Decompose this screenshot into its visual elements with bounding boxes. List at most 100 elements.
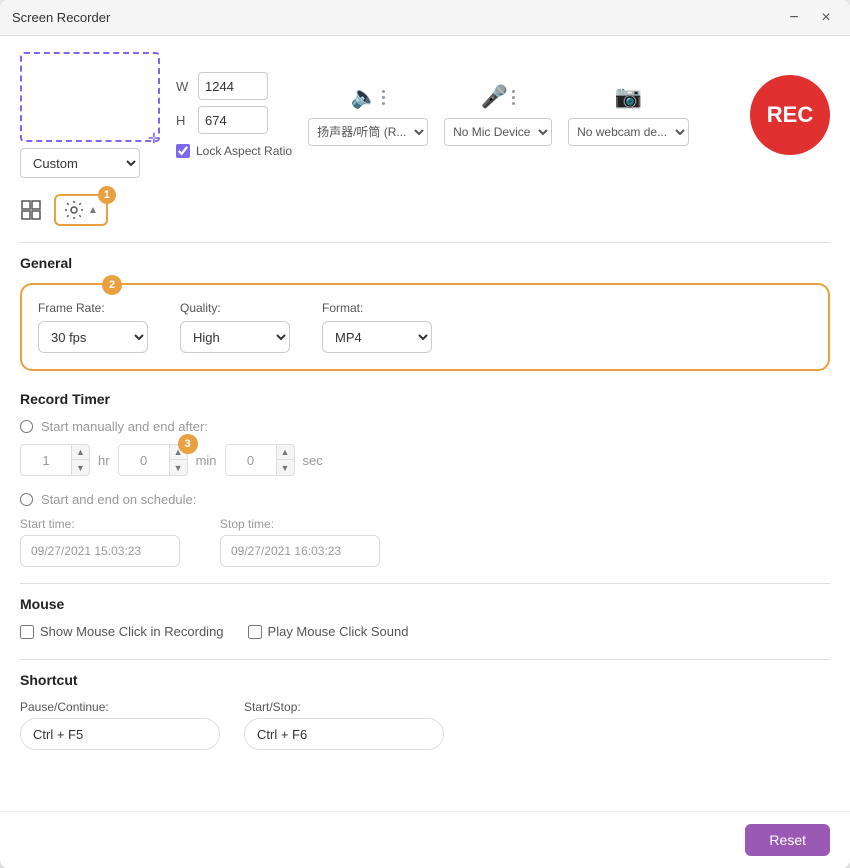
layout-icon-button[interactable] [20, 199, 42, 221]
height-row: H [176, 106, 292, 134]
start-stop-label: Start/Stop: [244, 700, 444, 714]
width-row: W [176, 72, 292, 100]
speaker-icon: 🔈 [351, 84, 378, 110]
hr-input[interactable] [21, 445, 71, 475]
start-time-col: Start time: [20, 517, 180, 567]
reset-button[interactable]: Reset [745, 824, 830, 856]
pause-col: Pause/Continue: [20, 700, 220, 750]
play-sound-item: Play Mouse Click Sound [248, 624, 409, 639]
play-sound-label: Play Mouse Click Sound [268, 624, 409, 639]
settings-badge: 1 [98, 186, 116, 204]
schedule-radio-row: Start and end on schedule: [20, 492, 830, 507]
height-input[interactable] [198, 106, 268, 134]
stop-time-col: Stop time: [220, 517, 380, 567]
top-section: ✛ Custom W H Lock Aspect Ratio [20, 52, 830, 178]
show-click-checkbox[interactable] [20, 625, 34, 639]
hr-down-btn[interactable]: ▼ [71, 460, 89, 475]
record-timer-section: Record Timer Start manually and end afte… [20, 391, 830, 567]
min-down-btn[interactable]: ▼ [169, 460, 187, 475]
min-label: min [196, 453, 217, 468]
mic-icon: 🎤 [481, 84, 508, 110]
manual-radio[interactable] [20, 420, 33, 433]
mic-device: 🎤 No Mic Device [444, 84, 552, 146]
start-time-input[interactable] [20, 535, 180, 567]
show-click-item: Show Mouse Click in Recording [20, 624, 224, 639]
main-window: Screen Recorder − × ✛ Custom W [0, 0, 850, 868]
time-fields: Start time: Stop time: [20, 517, 830, 567]
manual-radio-row: Start manually and end after: [20, 419, 830, 434]
webcam-icon-row: 📷 [615, 84, 642, 110]
format-label: Format: [322, 301, 432, 315]
bar1 [382, 90, 385, 93]
shortcut-row: Pause/Continue: Start/Stop: [20, 700, 830, 750]
region-selector[interactable]: ✛ [20, 52, 160, 142]
min-wrap: ▲ ▼ 3 [118, 444, 188, 476]
timer-inputs: ▲ ▼ hr ▲ ▼ 3 min [20, 444, 830, 476]
pause-input[interactable] [20, 718, 220, 750]
mouse-section: Mouse Show Mouse Click in Recording Play… [20, 596, 830, 639]
start-time-label: Start time: [20, 517, 180, 531]
format-col: Format: MP4 MOV AVI GIF [322, 301, 432, 353]
shortcut-title: Shortcut [20, 672, 830, 688]
quality-label: Quality: [180, 301, 290, 315]
general-title: General [20, 255, 830, 271]
schedule-label: Start and end on schedule: [41, 492, 196, 507]
general-box: 2 Frame Rate: 30 fps 15 fps 20 fps 24 fp… [20, 283, 830, 371]
show-click-label: Show Mouse Click in Recording [40, 624, 224, 639]
region-dropdown[interactable]: Custom [20, 148, 140, 178]
lock-row: Lock Aspect Ratio [176, 144, 292, 158]
minimize-button[interactable]: − [782, 6, 806, 30]
rec-button[interactable]: REC [750, 75, 830, 155]
start-stop-input[interactable] [244, 718, 444, 750]
format-select[interactable]: MP4 MOV AVI GIF [322, 321, 432, 353]
bar2 [512, 96, 515, 99]
crosshair-icon: ✛ [148, 130, 164, 146]
mic-select[interactable]: No Mic Device [444, 118, 552, 146]
speaker-bars [382, 90, 385, 105]
webcam-select[interactable]: No webcam de... [568, 118, 689, 146]
play-sound-checkbox[interactable] [248, 625, 262, 639]
quality-select[interactable]: High Low Medium [180, 321, 290, 353]
frame-rate-label: Frame Rate: [38, 301, 148, 315]
bar2 [382, 96, 385, 99]
width-input[interactable] [198, 72, 268, 100]
bar3 [512, 102, 515, 105]
layout-icon [20, 199, 42, 221]
mic-icon-row: 🎤 [481, 84, 515, 110]
content-area: ✛ Custom W H Lock Aspect Ratio [0, 36, 850, 811]
min-input-wrap: ▲ ▼ [118, 444, 188, 476]
speaker-select[interactable]: 扬声器/听筒 (R... [308, 118, 428, 146]
sec-input[interactable] [226, 445, 276, 475]
stop-time-label: Stop time: [220, 517, 380, 531]
min-input[interactable] [119, 445, 169, 475]
sec-input-wrap: ▲ ▼ [225, 444, 295, 476]
stop-time-input[interactable] [220, 535, 380, 567]
divider-1 [20, 242, 830, 243]
hr-label: hr [98, 453, 110, 468]
mic-bars [512, 90, 515, 105]
h-label: H [176, 113, 192, 128]
general-badge: 2 [102, 275, 122, 295]
hr-up-btn[interactable]: ▲ [71, 445, 89, 460]
sec-down-btn[interactable]: ▼ [276, 460, 294, 475]
bar3 [382, 102, 385, 105]
frame-rate-select[interactable]: 30 fps 15 fps 20 fps 24 fps 60 fps [38, 321, 148, 353]
webcam-device: 📷 No webcam de... [568, 84, 689, 146]
schedule-radio[interactable] [20, 493, 33, 506]
sec-spinner: ▲ ▼ [276, 445, 294, 475]
frame-rate-col: Frame Rate: 30 fps 15 fps 20 fps 24 fps … [38, 301, 148, 353]
settings-button-wrap: ▲ 1 [54, 194, 108, 226]
start-stop-col: Start/Stop: [244, 700, 444, 750]
window-controls: − × [782, 6, 838, 30]
shortcut-section: Shortcut Pause/Continue: Start/Stop: [20, 672, 830, 750]
divider-3 [20, 659, 830, 660]
close-button[interactable]: × [814, 6, 838, 30]
title-bar: Screen Recorder − × [0, 0, 850, 36]
lock-aspect-checkbox[interactable] [176, 144, 190, 158]
lock-label: Lock Aspect Ratio [196, 144, 292, 158]
timer-badge: 3 [178, 434, 198, 454]
manual-label: Start manually and end after: [41, 419, 208, 434]
sec-up-btn[interactable]: ▲ [276, 445, 294, 460]
window-title: Screen Recorder [12, 10, 110, 25]
gear-icon [64, 200, 84, 220]
